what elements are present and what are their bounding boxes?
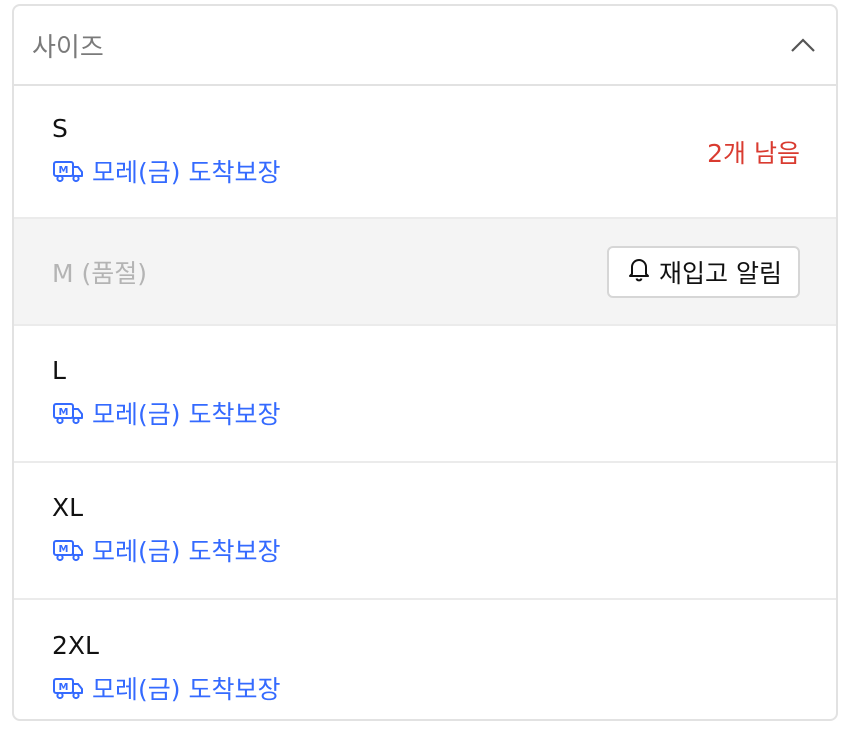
size-dropdown-title: 사이즈 bbox=[32, 32, 104, 63]
size-label: S bbox=[52, 114, 68, 143]
rocket-truck-icon: M bbox=[52, 159, 84, 183]
chevron-up-icon[interactable] bbox=[788, 30, 818, 60]
size-option-xl[interactable]: XL M 모레(금) 도착보장 bbox=[14, 463, 836, 600]
restock-alert-button[interactable]: 재입고 알림 bbox=[607, 245, 800, 298]
delivery-guarantee: M 모레(금) 도착보장 bbox=[52, 153, 280, 189]
delivery-guarantee: M 모레(금) 도착보장 bbox=[52, 395, 280, 431]
size-label: L bbox=[52, 356, 66, 385]
rocket-truck-icon: M bbox=[52, 676, 84, 700]
size-option-2xl[interactable]: 2XL M 모레(금) 도착보장 bbox=[14, 600, 836, 719]
size-option-l[interactable]: L M 모레(금) 도착보장 bbox=[14, 326, 836, 463]
soldout-label: M (품절) bbox=[52, 258, 148, 288]
svg-text:M: M bbox=[59, 544, 69, 555]
size-label: 2XL bbox=[52, 631, 99, 660]
rocket-truck-icon: M bbox=[52, 538, 84, 562]
stock-remaining-badge: 2개 남음 bbox=[707, 138, 800, 168]
delivery-text: 모레(금) 도착보장 bbox=[92, 400, 281, 429]
delivery-text: 모레(금) 도착보장 bbox=[92, 675, 281, 704]
size-dropdown-header[interactable]: 사이즈 bbox=[14, 6, 836, 86]
size-label: XL bbox=[52, 493, 84, 522]
size-option-s[interactable]: S M 모레(금) 도착보장 2개 남음 bbox=[14, 86, 836, 219]
svg-text:M: M bbox=[59, 682, 69, 693]
delivery-text: 모레(금) 도착보장 bbox=[92, 537, 281, 566]
delivery-text: 모레(금) 도착보장 bbox=[92, 158, 281, 187]
restock-alert-label: 재입고 알림 bbox=[659, 258, 782, 288]
delivery-guarantee: M 모레(금) 도착보장 bbox=[52, 532, 280, 568]
delivery-guarantee: M 모레(금) 도착보장 bbox=[52, 670, 280, 706]
rocket-truck-icon: M bbox=[52, 401, 84, 425]
size-dropdown: 사이즈 S M 모레(금) 도착보장 2개 남음 M (품절) 재입고 알림 L… bbox=[12, 4, 838, 721]
svg-text:M: M bbox=[59, 165, 69, 176]
svg-text:M: M bbox=[59, 407, 69, 418]
bell-icon bbox=[627, 256, 651, 288]
size-option-m-soldout: M (품절) 재입고 알림 bbox=[14, 219, 836, 326]
